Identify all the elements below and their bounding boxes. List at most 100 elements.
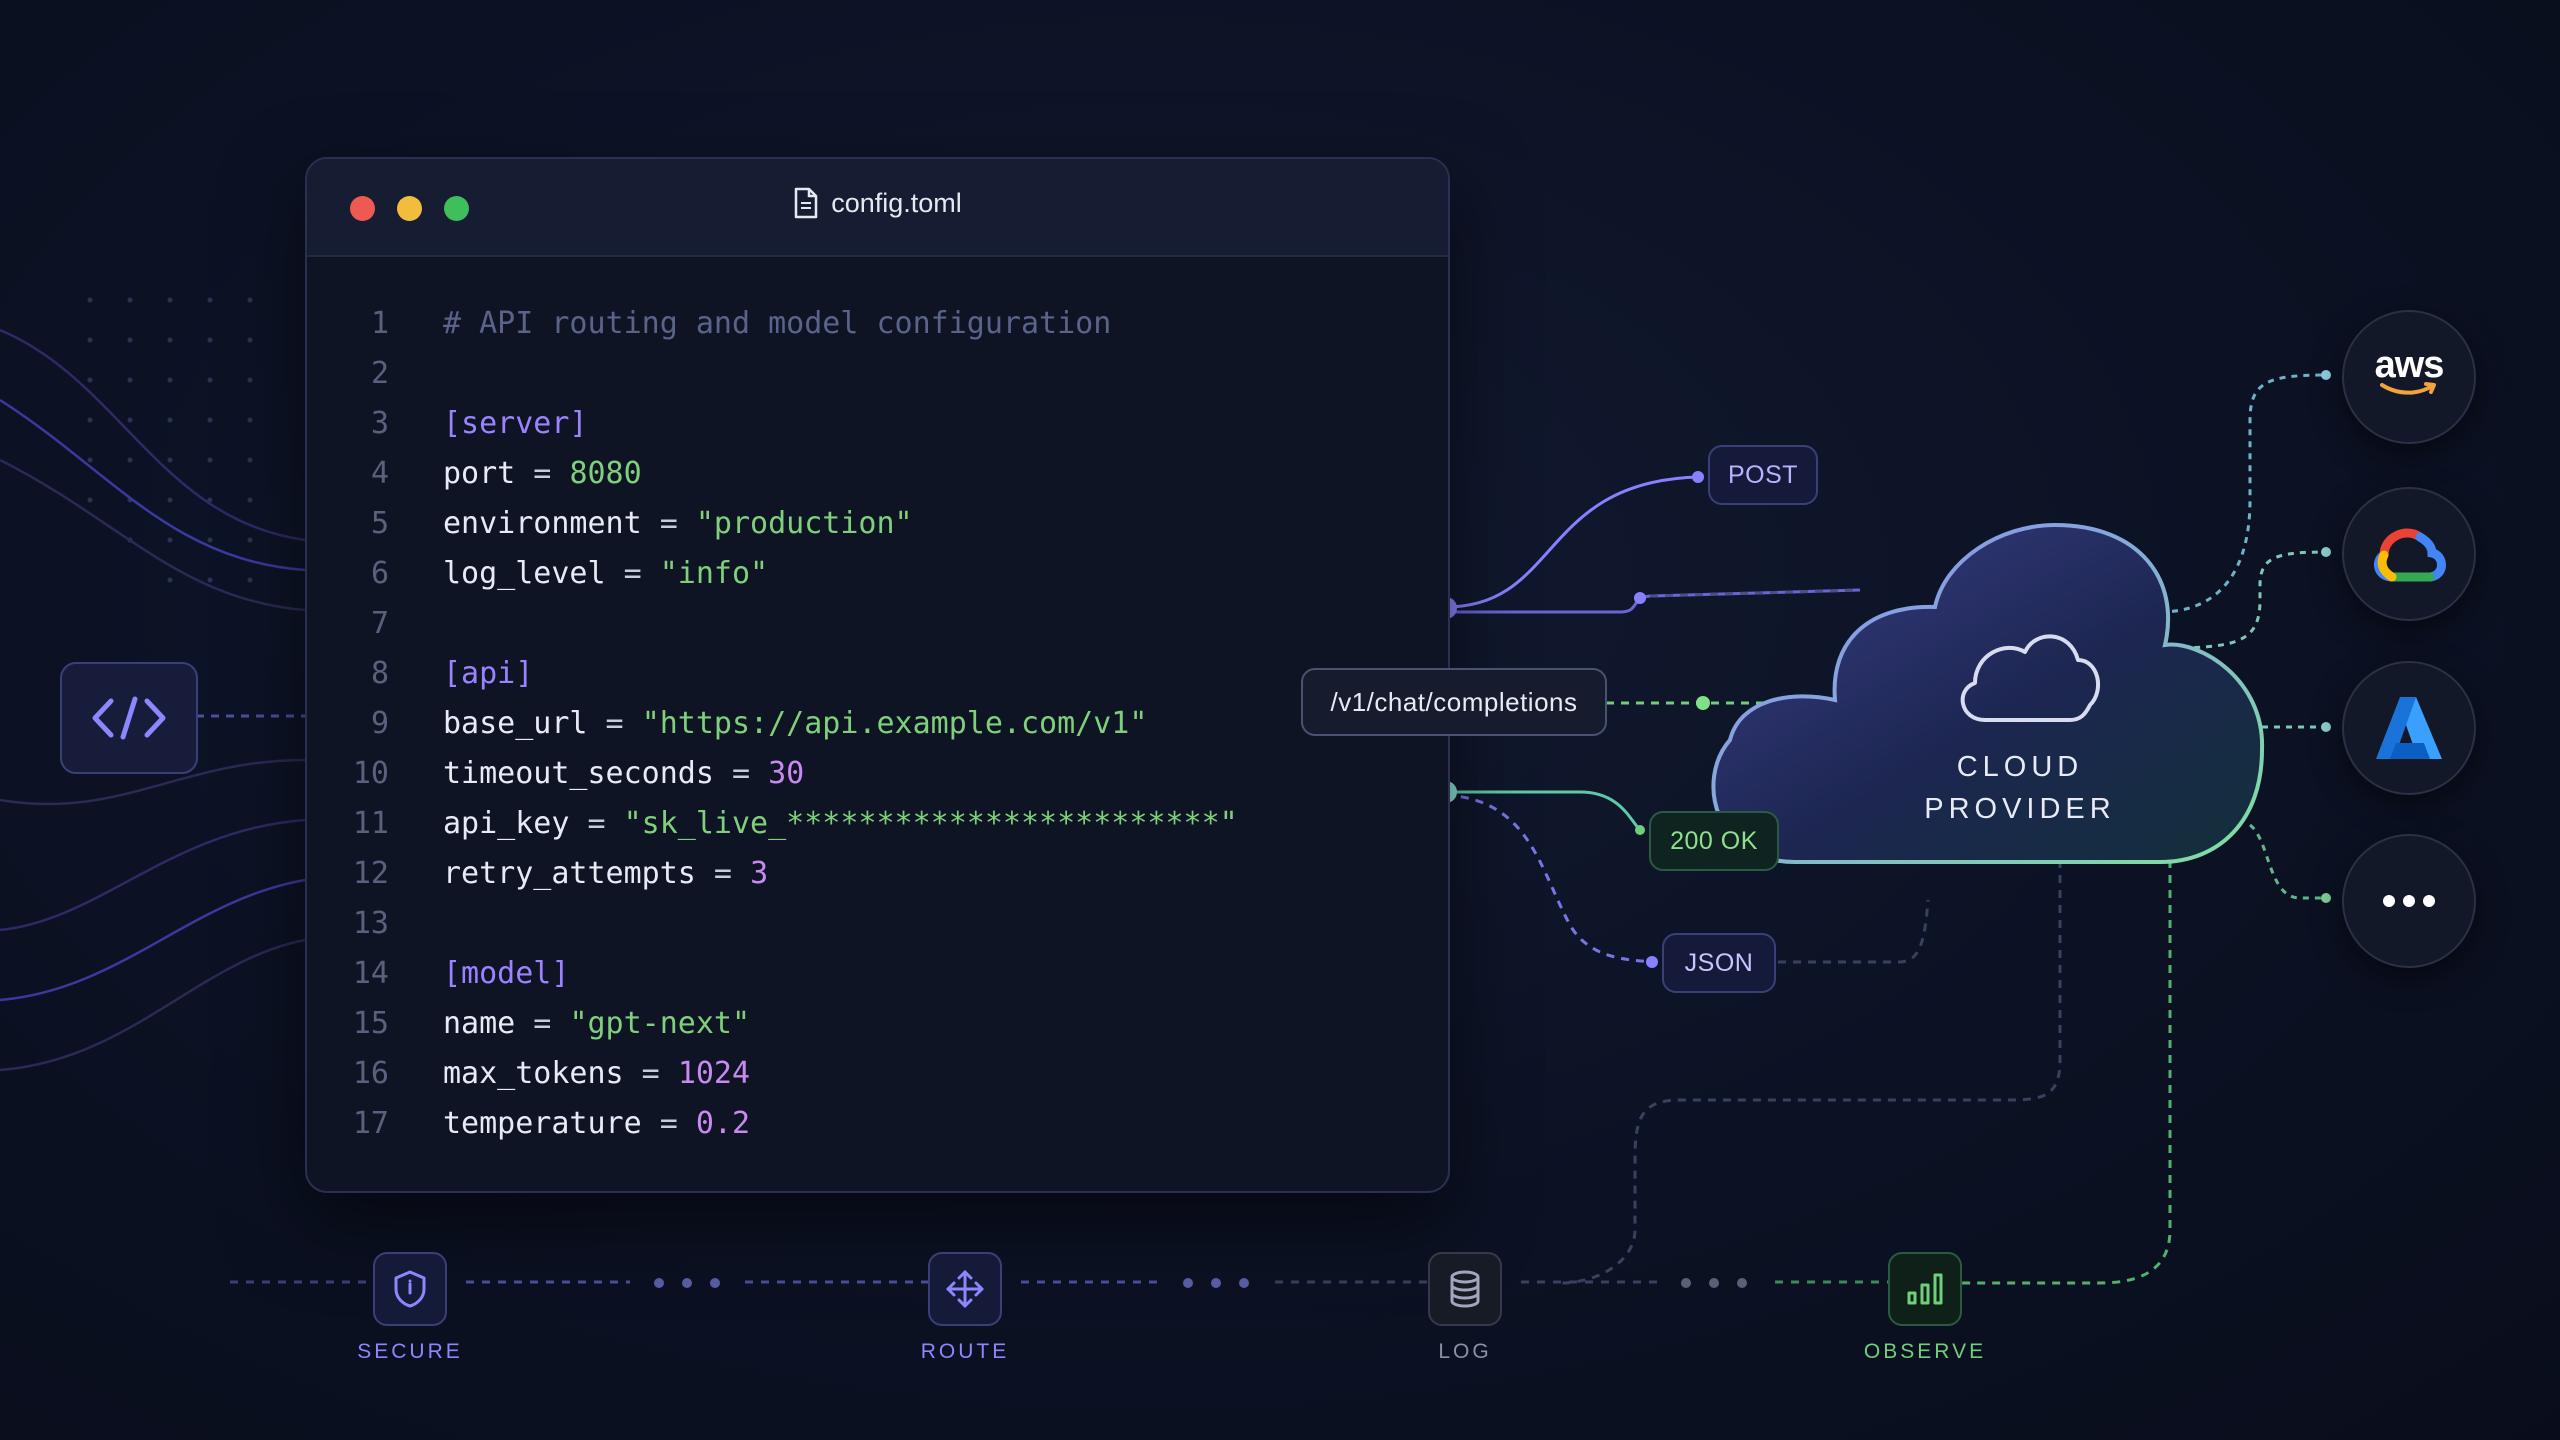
post-method-pill: POST: [1708, 445, 1818, 505]
code-line: 7: [307, 599, 1448, 649]
code-key: api_key: [443, 806, 570, 841]
more-icon: [2383, 895, 2435, 907]
code-key: retry_attempts: [443, 856, 696, 891]
aws-logo-icon: aws: [2375, 344, 2444, 397]
code-line: 17 temperature = 0.2: [307, 1099, 1448, 1149]
line-number: 11: [352, 806, 389, 841]
code-line: 16 max_tokens = 1024: [307, 1049, 1448, 1099]
azure-logo-icon: [2376, 697, 2442, 759]
line-number: 1: [370, 306, 389, 341]
code-key: name: [443, 1006, 516, 1041]
code-line: 1 # API routing and model configuration: [307, 299, 1448, 349]
secure-stage[interactable]: [373, 1252, 447, 1326]
code-operator: =: [713, 756, 769, 791]
code-value: 1024: [677, 1056, 751, 1091]
line-number: 13: [352, 906, 389, 941]
code-operator: =: [641, 1106, 696, 1141]
code-value: "production": [695, 506, 913, 541]
code-operator: =: [587, 706, 642, 741]
observe-stage[interactable]: [1888, 1252, 1962, 1326]
code-operator: =: [515, 456, 570, 491]
code-line: 10 timeout_seconds = 30: [307, 749, 1448, 799]
code-text: name = "gpt-next": [443, 999, 750, 1049]
code-line: 12 retry_attempts = 3: [307, 849, 1448, 899]
code-line: 15 name = "gpt-next": [307, 999, 1448, 1049]
code-key: log_level: [443, 556, 606, 591]
cloud-provider-label: CLOUD PROVIDER: [1880, 746, 2160, 830]
google-cloud-provider[interactable]: [2342, 487, 2476, 621]
code-value: "https://api.example.com/v1": [641, 706, 1148, 741]
code-operator: =: [605, 556, 660, 591]
code-operator: =: [623, 1056, 678, 1091]
secure-stage-label: SECURE: [357, 1340, 463, 1363]
line-number: 6: [370, 556, 389, 591]
code-key: environment: [443, 506, 642, 541]
code-line: 11 api_key = "sk_live_*******************…: [307, 799, 1448, 849]
code-operator: =: [641, 506, 696, 541]
code-editor-window: config.toml 1 # API routing and model con…: [305, 157, 1450, 1193]
status-ok-pill: 200 OK: [1649, 811, 1779, 871]
more-providers-button[interactable]: [2342, 834, 2476, 968]
code-line: 9 base_url = "https://api.example.com/v1": [307, 699, 1448, 749]
window-title: config.toml: [307, 187, 1448, 219]
code-comment: # API routing and model configuration: [443, 306, 1112, 341]
code-value: 0.2: [695, 1106, 751, 1141]
code-text: base_url = "https://api.example.com/v1": [443, 699, 1147, 749]
database-icon: [1450, 1270, 1480, 1308]
log-stage-label: LOG: [1438, 1340, 1492, 1363]
line-number: 2: [370, 356, 389, 391]
code-section-header: [api]: [443, 656, 534, 691]
route-stage[interactable]: [928, 1252, 1002, 1326]
code-brackets-icon: [92, 696, 166, 740]
line-number: 17: [352, 1106, 389, 1141]
line-number: 4: [370, 456, 389, 491]
cloud-label-line1: CLOUD: [1956, 751, 2084, 783]
code-operator: =: [515, 1006, 570, 1041]
code-line: 3 [server]: [307, 399, 1448, 449]
line-number: 10: [352, 756, 389, 791]
line-number: 12: [352, 856, 389, 891]
code-text: timeout_seconds = 30: [443, 749, 804, 799]
code-text: max_tokens = 1024: [443, 1049, 750, 1099]
code-section-header: [server]: [443, 406, 588, 441]
code-value: 8080: [569, 456, 642, 491]
line-number: 14: [352, 956, 389, 991]
dot-grid: [87, 297, 253, 583]
aws-provider[interactable]: aws: [2342, 310, 2476, 444]
code-text: [api]: [443, 649, 533, 699]
code-key: base_url: [443, 706, 588, 741]
code-value: 3: [750, 856, 769, 891]
line-number: 7: [370, 606, 389, 641]
line-number: 5: [370, 506, 389, 541]
code-value: "sk_live_************************": [623, 806, 1238, 841]
endpoint-pill: /v1/chat/completions: [1301, 668, 1607, 736]
code-key: temperature: [443, 1106, 642, 1141]
log-stage[interactable]: [1428, 1252, 1502, 1326]
code-line: 13: [307, 899, 1448, 949]
code-line: 6 log_level = "info": [307, 549, 1448, 599]
code-line: 5 environment = "production": [307, 499, 1448, 549]
code-text: [server]: [443, 399, 588, 449]
azure-provider[interactable]: [2342, 661, 2476, 795]
route-stage-label: ROUTE: [920, 1340, 1010, 1363]
code-text: log_level = "info": [443, 549, 768, 599]
line-number: 3: [370, 406, 389, 441]
code-text: api_key = "sk_live_*********************…: [443, 799, 1238, 849]
code-value: "gpt-next": [569, 1006, 751, 1041]
code-line: 14 [model]: [307, 949, 1448, 999]
code-section-header: [model]: [443, 956, 570, 991]
code-badge: [60, 662, 198, 774]
code-line: 2: [307, 349, 1448, 399]
line-number: 16: [352, 1056, 389, 1091]
aws-smile-icon: [2379, 381, 2436, 395]
code-text: # API routing and model configuration: [443, 299, 1111, 349]
code-line: 8 [api]: [307, 649, 1448, 699]
code-text: [model]: [443, 949, 569, 999]
diagram-canvas: config.toml 1 # API routing and model con…: [0, 0, 2560, 1440]
json-format-pill: JSON: [1662, 933, 1776, 993]
observe-stage-label: OBSERVE: [1863, 1340, 1987, 1363]
window-title-text: config.toml: [831, 187, 962, 218]
code-text: port = 8080: [443, 449, 642, 499]
move-arrows-icon: [946, 1270, 984, 1308]
window-titlebar: config.toml: [307, 159, 1448, 257]
